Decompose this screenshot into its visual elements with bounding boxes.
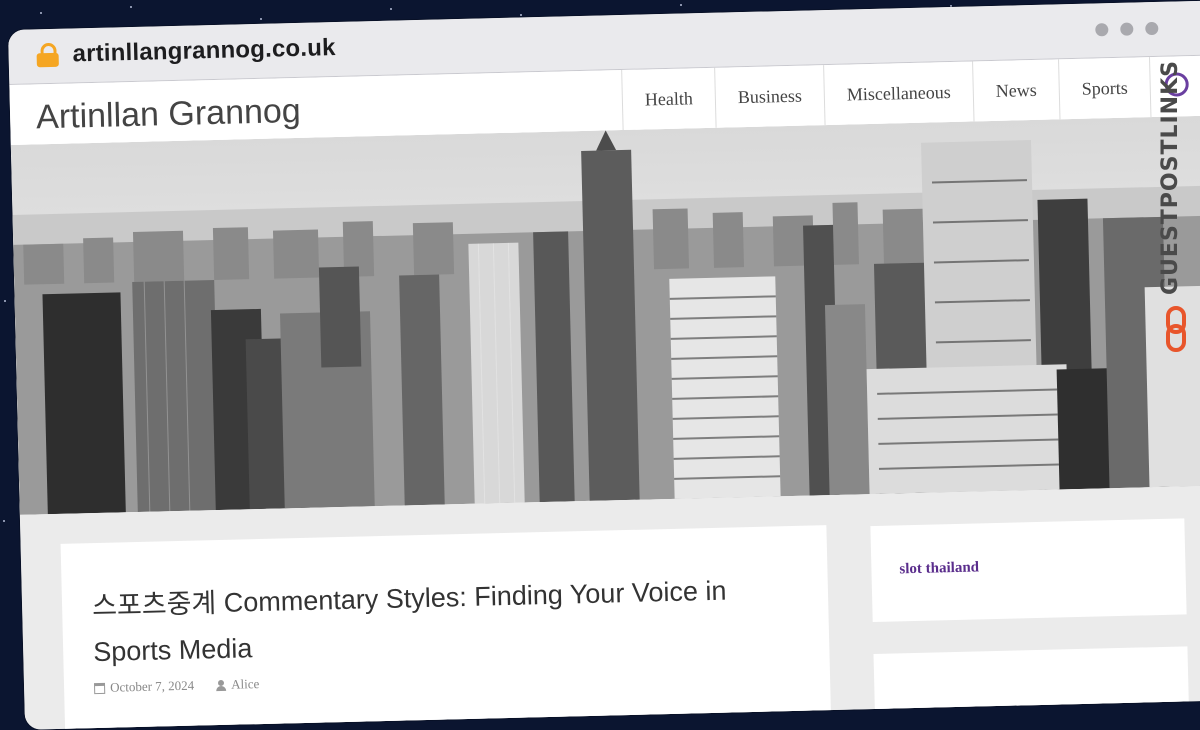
site-title[interactable]: Artinllan Grannog — [36, 92, 301, 137]
nav-item-news[interactable]: News — [972, 59, 1060, 122]
nav-item-sports[interactable]: Sports — [1058, 57, 1151, 120]
window-controls — [1095, 21, 1159, 37]
nav-item-miscellaneous[interactable]: Miscellaneous — [823, 61, 974, 126]
window-dot-icon[interactable] — [1120, 22, 1134, 36]
post-title[interactable]: 스포츠중계 Commentary Styles: Finding Your Vo… — [92, 566, 794, 675]
sidebar-widget-2 — [873, 646, 1190, 730]
calendar-icon — [93, 682, 106, 694]
hero-cityscape-image — [10, 115, 1200, 515]
sidebar-widget: slot thailand — [870, 518, 1187, 623]
browser-window: artinllangrannog.co.uk Artinllan Grannog… — [8, 0, 1200, 730]
sidebar-link[interactable]: slot thailand — [899, 559, 979, 578]
window-dot-icon[interactable] — [1095, 23, 1109, 37]
chain-link-icon — [1166, 306, 1186, 352]
post-author-text: Alice — [230, 676, 260, 692]
lock-icon — [36, 42, 59, 68]
nav-item-business[interactable]: Business — [714, 65, 825, 128]
user-icon — [216, 679, 226, 690]
post-date-text: October 7, 2024 — [109, 677, 195, 695]
window-dot-icon[interactable] — [1145, 21, 1159, 36]
guestpostlinks-watermark: GUESTPOSTLINKS — [1156, 58, 1198, 358]
website: Artinllan Grannog Health Business Miscel… — [9, 55, 1200, 730]
post-meta: October 7, 2024 Alice — [93, 676, 260, 696]
post-date[interactable]: October 7, 2024 — [93, 677, 195, 696]
nav-item-health[interactable]: Health — [621, 67, 716, 131]
post-card: 스포츠중계 Commentary Styles: Finding Your Vo… — [60, 525, 832, 730]
post-author[interactable]: Alice — [216, 676, 260, 693]
url-text[interactable]: artinllangrannog.co.uk — [72, 34, 336, 68]
watermark-text: GUESTPOSTLINKS — [1158, 60, 1183, 296]
